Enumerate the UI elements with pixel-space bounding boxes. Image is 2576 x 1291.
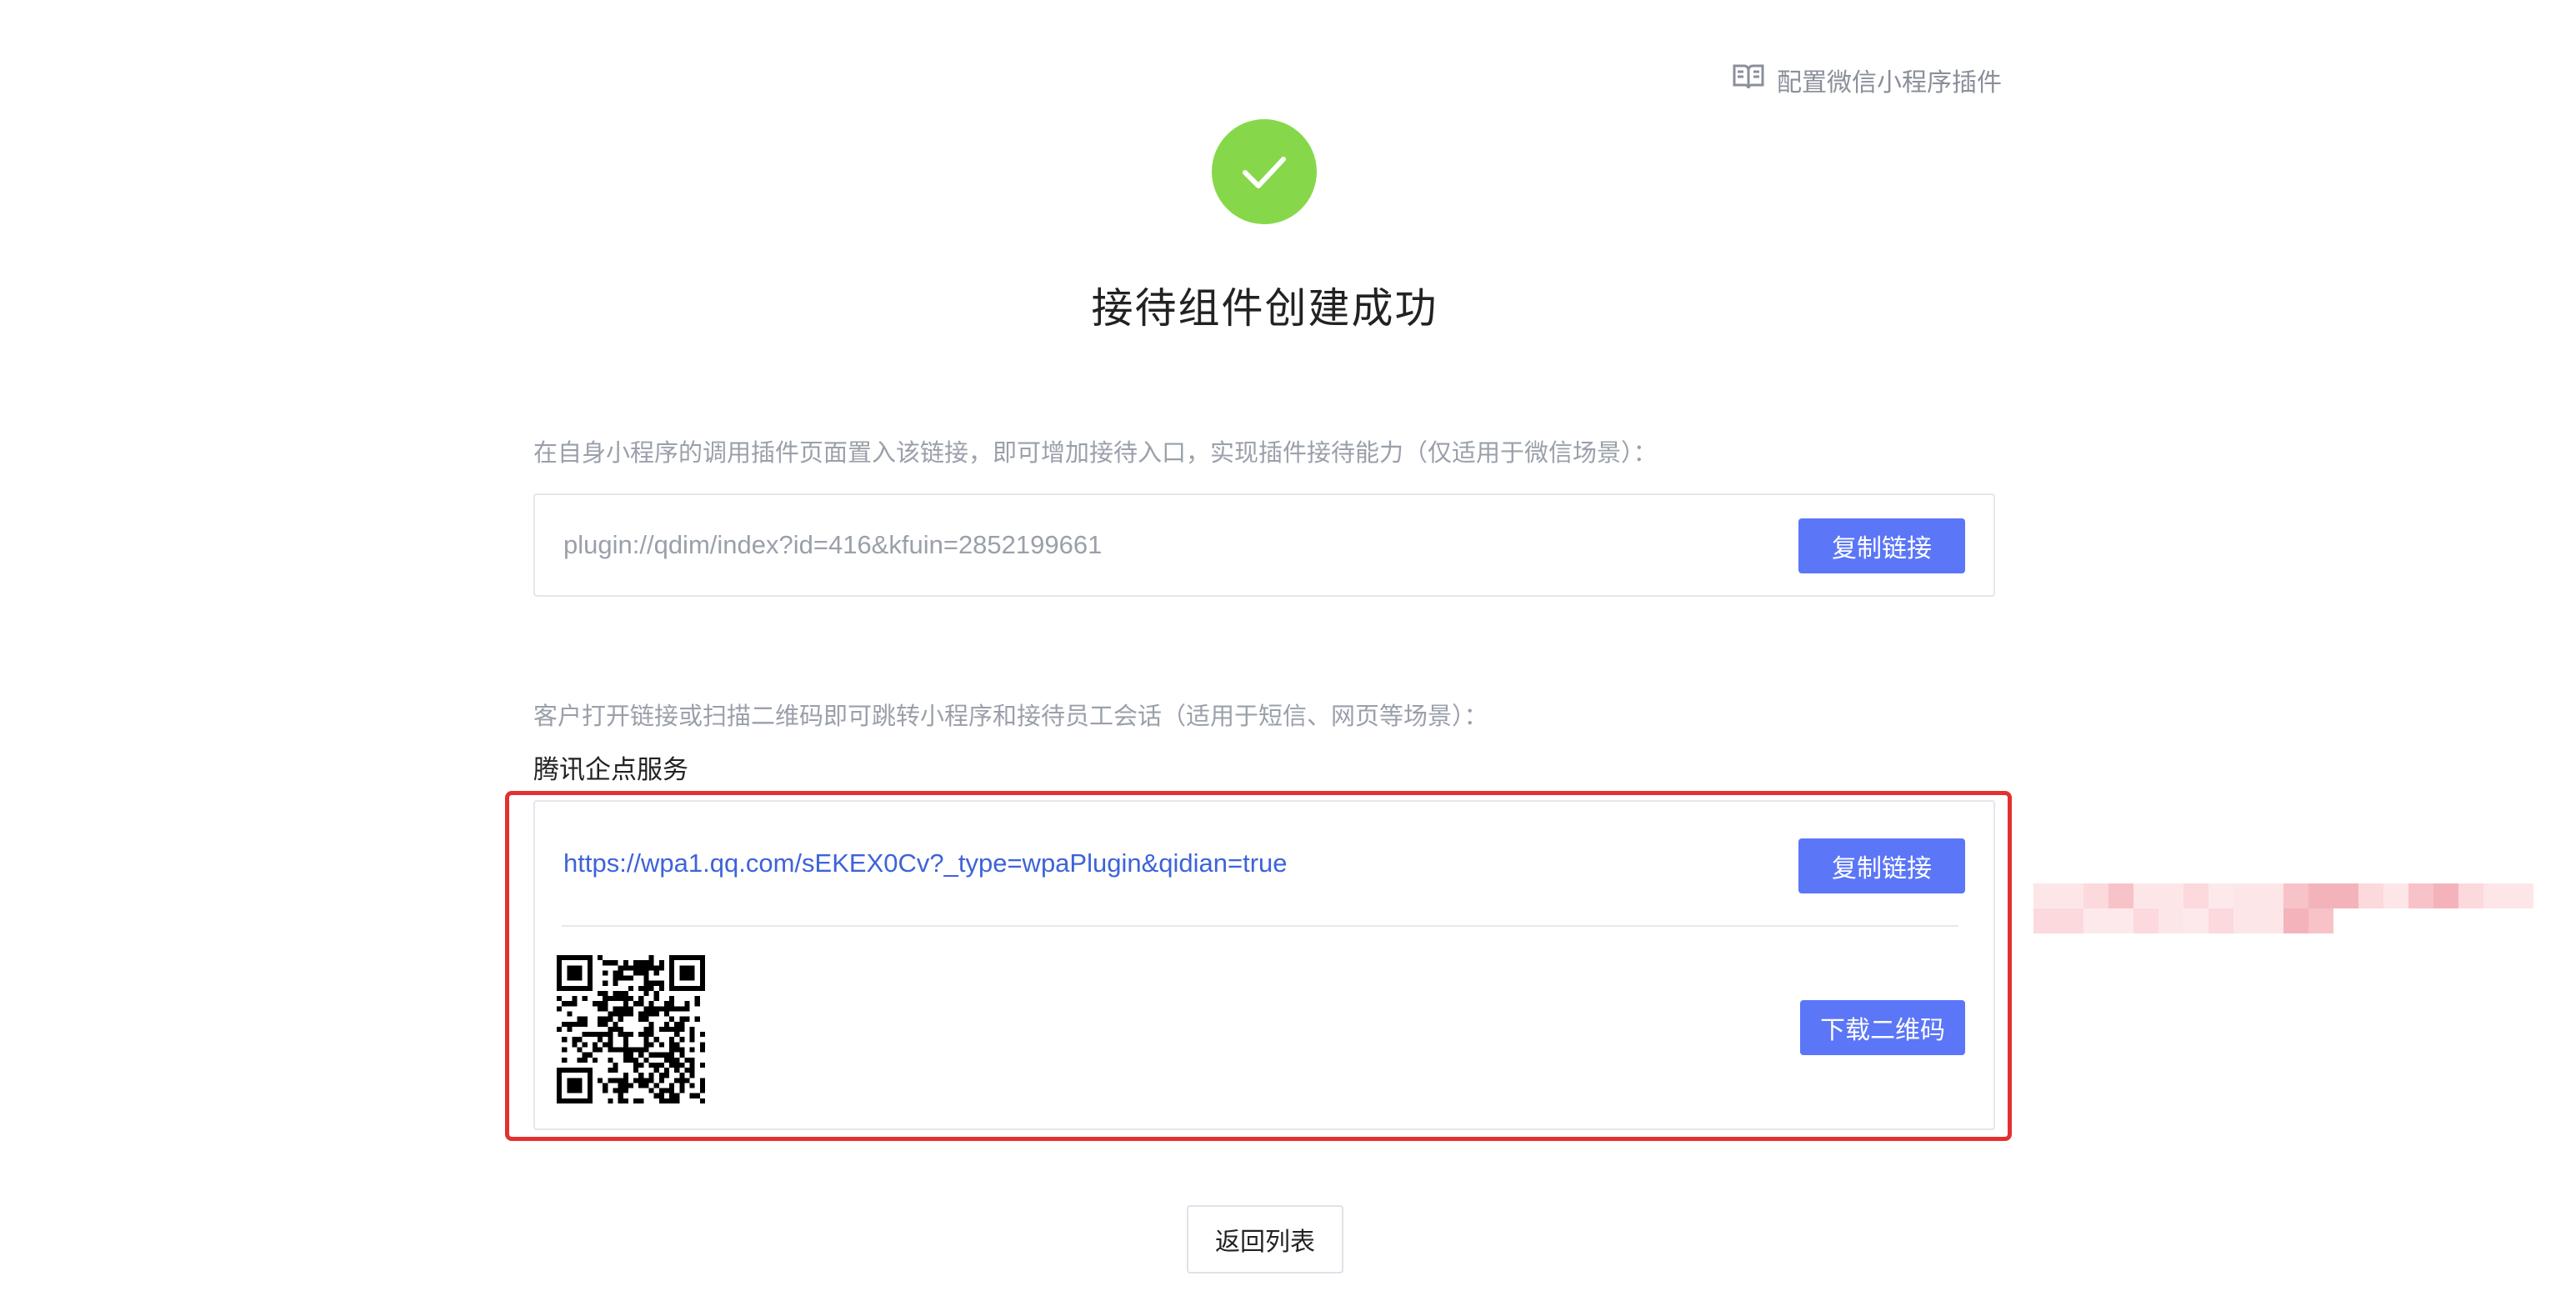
wpa-description: 客户打开链接或扫描二维码即可跳转小程序和接待员工会话（适用于短信、网页等场景）： <box>533 703 1488 730</box>
help-link[interactable]: 配置微信小程序插件 <box>1732 60 2002 100</box>
page-title: 接待组件创建成功 <box>1091 285 1438 332</box>
divider <box>562 925 1958 927</box>
service-name-label: 腾讯企点服务 <box>533 755 688 784</box>
page: 配置微信小程序插件 接待组件创建成功 在自身小程序的调用插件页面置入该链接，即可… <box>0 0 2576 1291</box>
redacted-area <box>2033 875 2567 983</box>
back-to-list-button[interactable]: 返回列表 <box>1187 1205 1343 1273</box>
wpa-link[interactable]: https://wpa1.qq.com/sEKEX0Cv?_type=wpaPl… <box>563 848 1288 878</box>
download-qr-button[interactable]: 下载二维码 <box>1800 1000 1965 1055</box>
help-link-label: 配置微信小程序插件 <box>1777 69 2002 97</box>
wpa-link-box: https://wpa1.qq.com/sEKEX0Cv?_type=wpaPl… <box>533 800 1995 1130</box>
plugin-description: 在自身小程序的调用插件页面置入该链接，即可增加接待入口，实现插件接待能力（仅适用… <box>533 440 1658 467</box>
check-circle-icon <box>1212 119 1317 224</box>
copy-plugin-link-button[interactable]: 复制链接 <box>1798 518 1965 573</box>
copy-wpa-link-button[interactable]: 复制链接 <box>1798 838 1965 893</box>
book-icon <box>1732 62 1765 98</box>
plugin-link-box: plugin://qdim/index?id=416&kfuin=2852199… <box>533 493 1995 597</box>
plugin-link-text: plugin://qdim/index?id=416&kfuin=2852199… <box>563 530 1103 559</box>
qr-code <box>557 955 705 1103</box>
